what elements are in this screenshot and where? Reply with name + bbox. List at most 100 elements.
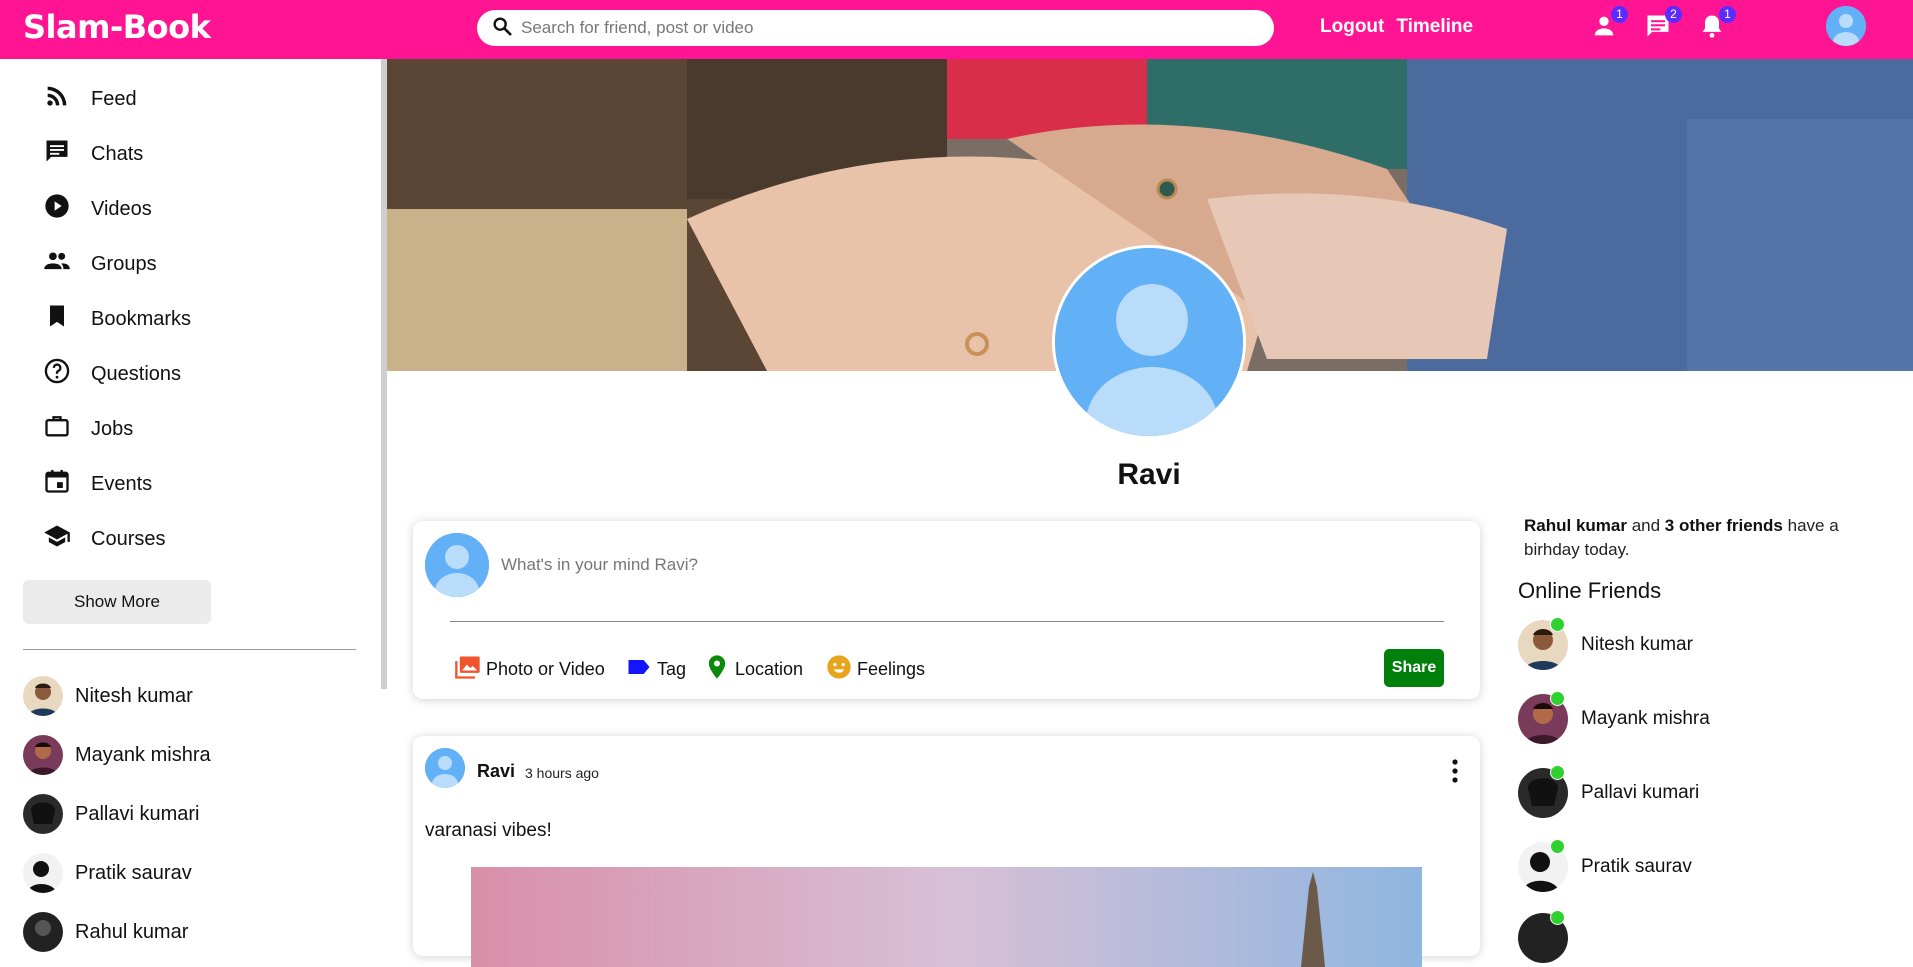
post-author-avatar[interactable]	[425, 748, 465, 788]
friend-avatar	[23, 853, 63, 893]
profile-picture[interactable]	[1052, 245, 1246, 439]
person-icon	[1590, 16, 1618, 44]
sidebar-item-label: Feed	[91, 87, 137, 110]
birthday-friend-name[interactable]: Rahul kumar	[1524, 516, 1627, 535]
post-text: varanasi vibes!	[425, 820, 552, 841]
feelings-option[interactable]: Feelings	[821, 653, 925, 686]
label-tag-icon	[625, 653, 653, 686]
online-friend-avatar	[1518, 691, 1568, 744]
tag-option[interactable]: Tag	[621, 653, 686, 686]
sidebar-item-label: Courses	[91, 527, 166, 550]
friend-requests-button[interactable]: 1	[1590, 6, 1628, 44]
briefcase-icon	[43, 412, 71, 446]
sidebar-item-events[interactable]: Events	[23, 464, 152, 504]
sidebar-item-label: Questions	[91, 362, 182, 385]
rss-icon	[43, 82, 71, 116]
sidebar: Feed Chats Videos Groups Bookmarks Quest…	[0, 59, 381, 952]
post-composer: Photo or Video Tag Location Feelings Sha…	[413, 521, 1480, 699]
friend-name: Pratik saurav	[75, 861, 192, 884]
friend-name: Mayank mishra	[75, 743, 211, 766]
online-friends-title: Online Friends	[1518, 578, 1662, 603]
online-status-dot	[1550, 910, 1565, 925]
sidebar-item-questions[interactable]: Questions	[23, 354, 181, 394]
online-friend-name: Mayank mishra	[1581, 708, 1710, 729]
chat-icon	[43, 137, 71, 171]
composer-avatar	[425, 533, 489, 597]
sidebar-divider	[23, 649, 356, 650]
friend-avatar	[23, 735, 63, 775]
post-author-name[interactable]: Ravi	[477, 761, 515, 782]
notifications-badge: 1	[1719, 6, 1736, 23]
photo-video-option[interactable]: Photo or Video	[450, 653, 605, 686]
timeline-link[interactable]: Timeline	[1396, 16, 1473, 38]
online-friend-avatar	[1518, 839, 1568, 892]
option-label: Feelings	[857, 659, 926, 679]
birthday-others[interactable]: 3 other friends	[1665, 516, 1783, 535]
online-friend-partial[interactable]	[1518, 910, 1568, 964]
notifications-button[interactable]: 1	[1698, 6, 1736, 42]
location-pin-icon	[703, 653, 731, 686]
top-icons: 1 2 1	[1590, 6, 1736, 44]
profile-name: Ravi	[1117, 458, 1181, 491]
sidebar-friend[interactable]: Nitesh kumar	[23, 675, 193, 717]
sidebar-item-groups[interactable]: Groups	[23, 244, 157, 284]
online-friend-name: Pallavi kumari	[1581, 782, 1700, 803]
birthday-notice: Rahul kumar and 3 other friends have a b…	[1524, 514, 1874, 562]
post-options-button[interactable]	[1445, 756, 1465, 786]
online-status-dot	[1550, 839, 1565, 854]
friend-avatar	[23, 794, 63, 834]
group-icon	[43, 247, 71, 281]
sidebar-item-label: Events	[91, 472, 153, 495]
help-circle-icon	[43, 357, 71, 391]
sidebar-item-bookmarks[interactable]: Bookmarks	[23, 299, 191, 339]
sidebar-item-courses[interactable]: Courses	[23, 519, 165, 559]
option-label: Tag	[657, 659, 687, 679]
sidebar-item-label: Jobs	[91, 417, 134, 440]
sidebar-friend[interactable]: Rahul kumar	[23, 911, 188, 953]
user-avatar[interactable]	[1826, 6, 1866, 46]
friend-avatar	[23, 676, 63, 716]
composer-divider	[450, 621, 1444, 622]
bookmark-icon	[43, 302, 71, 336]
birthday-and: and	[1626, 516, 1665, 535]
sidebar-item-chats[interactable]: Chats	[23, 134, 143, 174]
sidebar-friend[interactable]: Pratik saurav	[23, 852, 192, 894]
sidebar-item-feed[interactable]: Feed	[23, 79, 137, 119]
sidebar-item-label: Bookmarks	[91, 307, 192, 330]
sidebar-item-jobs[interactable]: Jobs	[23, 409, 133, 449]
logout-link[interactable]: Logout	[1320, 16, 1384, 38]
messages-badge: 2	[1665, 6, 1682, 23]
messages-button[interactable]: 2	[1644, 6, 1682, 44]
emoji-icon	[825, 653, 853, 686]
sidebar-item-videos[interactable]: Videos	[23, 189, 152, 229]
online-friend[interactable]: Nitesh kumar	[1518, 617, 1693, 671]
sidebar-friend[interactable]: Pallavi kumari	[23, 793, 199, 835]
friend-name: Rahul kumar	[75, 920, 189, 943]
online-status-dot	[1550, 617, 1565, 632]
search-input[interactable]	[521, 18, 1221, 38]
show-more-button[interactable]: Show More	[23, 580, 211, 624]
option-label: Photo or Video	[486, 659, 605, 679]
friend-requests-badge: 1	[1611, 6, 1628, 23]
online-friend[interactable]: Mayank mishra	[1518, 691, 1710, 745]
online-friend-name: Pratik saurav	[1581, 856, 1692, 877]
online-friend[interactable]: Pratik saurav	[1518, 839, 1692, 893]
post-card: Ravi 3 hours ago varanasi vibes!	[413, 736, 1480, 967]
online-friend[interactable]: Pallavi kumari	[1518, 765, 1700, 819]
play-circle-icon	[43, 192, 71, 226]
photo-library-icon	[454, 653, 482, 686]
more-vertical-icon	[1445, 759, 1465, 790]
option-label: Location	[735, 659, 804, 679]
search-bar[interactable]	[477, 10, 1274, 46]
sidebar-item-label: Videos	[91, 197, 152, 220]
app-logo[interactable]: Slam-Book	[23, 8, 211, 46]
sidebar-item-label: Groups	[91, 252, 157, 275]
sidebar-friend[interactable]: Mayank mishra	[23, 734, 211, 776]
share-button[interactable]: Share	[1384, 649, 1444, 687]
composer-input[interactable]	[501, 555, 1401, 575]
friend-name: Pallavi kumari	[75, 802, 200, 825]
post-image[interactable]	[471, 867, 1422, 967]
location-option[interactable]: Location	[699, 653, 803, 686]
chat-icon	[1644, 15, 1672, 44]
online-friend-avatar	[1518, 765, 1568, 818]
